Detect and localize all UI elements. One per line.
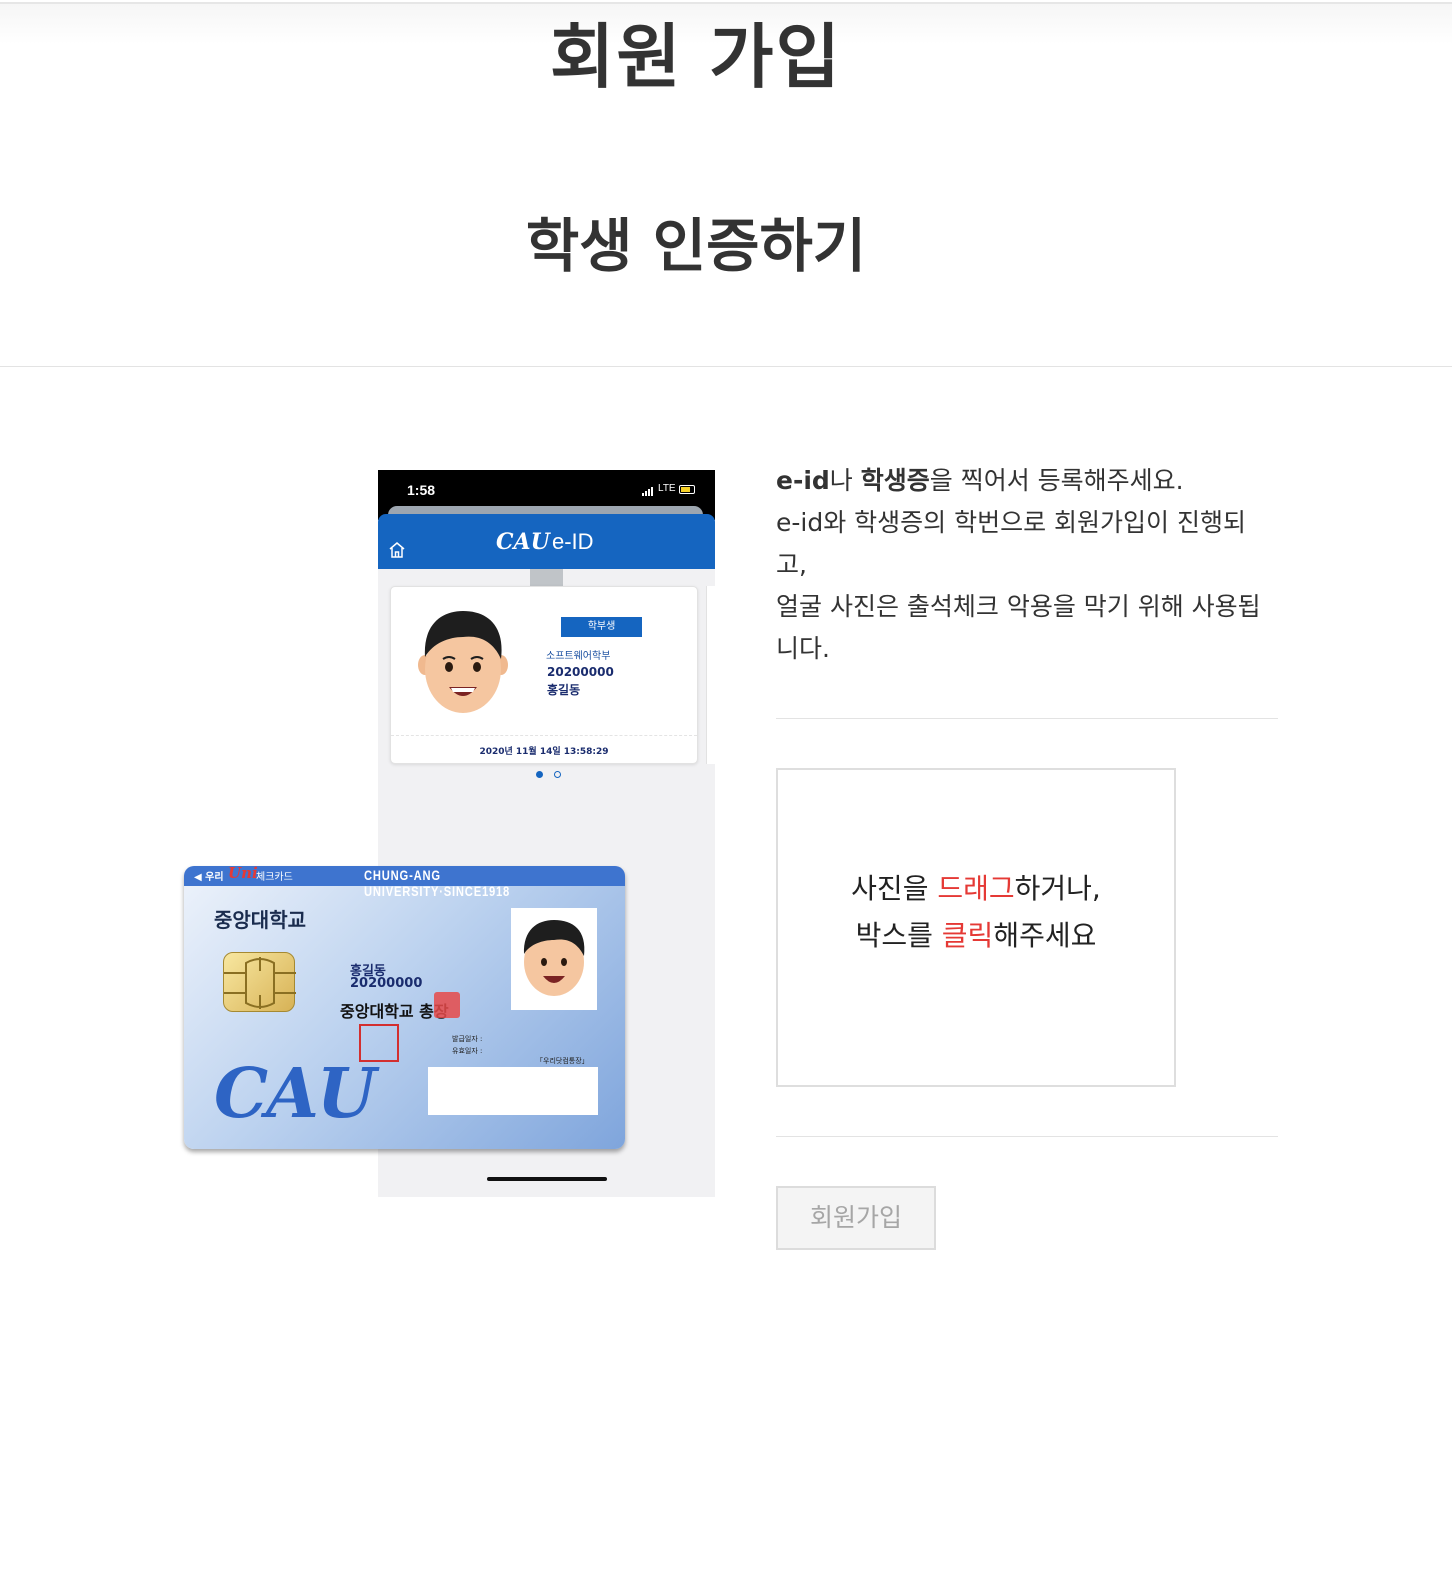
instruction-line-1: e-id나 학생증을 찍어서 등록해주세요. [776, 466, 1184, 495]
section-divider [0, 366, 1452, 367]
card-photo [511, 908, 597, 1010]
network-label: LTE [658, 483, 676, 494]
section-title: 학생 인증하기 [525, 212, 867, 280]
phone-time: 1:58 [407, 482, 436, 498]
student-name: 홍길동 [547, 683, 581, 697]
bank-name: ◀ 우리 [194, 872, 224, 883]
card-student-number: 20200000 [350, 976, 423, 991]
eid-term: e-id [776, 466, 830, 495]
instruction-line-2: e-id와 학생증의 학번으로 회원가입이 진행되고, [776, 508, 1247, 579]
status-badge: 학부생 [561, 617, 642, 637]
account-label: 「우리닷컴통장」 [536, 1057, 589, 1065]
issue-date-label: 발급일자 : [452, 1035, 483, 1043]
eid-app-header: CAU e-ID [378, 514, 715, 569]
dropzone-prompt: 사진을 드래그하거나, 박스를 클릭해주세요 [778, 865, 1174, 959]
english-banner: CHUNG-ANG UNIVERSITY·SINCE1918 [364, 867, 511, 899]
seal-icon [434, 992, 460, 1018]
card-divider [391, 735, 697, 736]
chip-icon [223, 952, 296, 1012]
dropzone-line-1: 사진을 드래그하거나, [851, 872, 1101, 905]
card-top-banner: ◀ 우리 Uni 체크카드 CHUNG-ANG UNIVERSITY·SINCE… [184, 866, 625, 899]
cau-logo: CAU [496, 529, 550, 555]
uni-mark: Uni [228, 866, 258, 882]
card-blank-area [428, 1067, 598, 1115]
expire-date-label: 유효일자 : [452, 1047, 483, 1055]
pager-dot-active [536, 771, 543, 778]
student-id-card-example: ◀ 우리 Uni 체크카드 CHUNG-ANG UNIVERSITY·SINCE… [184, 866, 625, 1149]
pager-dot [554, 771, 561, 778]
eid-card: 학부생 소프트웨어학부 20200000 홍길동 2020년 11월 14일 1… [390, 586, 698, 764]
department-label: 소프트웨어학부 [546, 651, 611, 662]
photo-upload-dropzone[interactable]: 사진을 드래그하거나, 박스를 클릭해주세요 [776, 768, 1176, 1087]
signup-button[interactable]: 회원가입 [776, 1186, 936, 1250]
avatar [418, 611, 508, 713]
next-card-edge [706, 586, 715, 764]
cau-card-logo: CAU [214, 1054, 376, 1134]
dropzone-line-2: 박스를 클릭해주세요 [855, 919, 1097, 952]
instruction-line-3: 얼굴 사진은 출석체크 악용을 막기 위해 사용됩니다. [776, 592, 1261, 663]
card-type: 체크카드 [256, 872, 293, 883]
card-timestamp: 2020년 11월 14일 13:58:29 [479, 747, 609, 757]
home-indicator [487, 1177, 607, 1181]
student-card-term: 학생증 [860, 466, 930, 495]
student-number: 20200000 [547, 665, 614, 679]
signal-icon [642, 486, 656, 496]
divider [776, 718, 1278, 719]
eid-label: e-ID [552, 529, 594, 554]
instructions-text: e-id나 학생증을 찍어서 등록해주세요. e-id와 학생증의 학번으로 회… [776, 460, 1276, 670]
president-signature: 중앙대학교 총장 [340, 1002, 449, 1021]
battery-icon [679, 485, 695, 494]
page-title: 회원 가입 [550, 16, 842, 98]
home-icon [389, 542, 405, 558]
divider [776, 1136, 1278, 1137]
school-name: 중앙대학교 [214, 908, 306, 932]
